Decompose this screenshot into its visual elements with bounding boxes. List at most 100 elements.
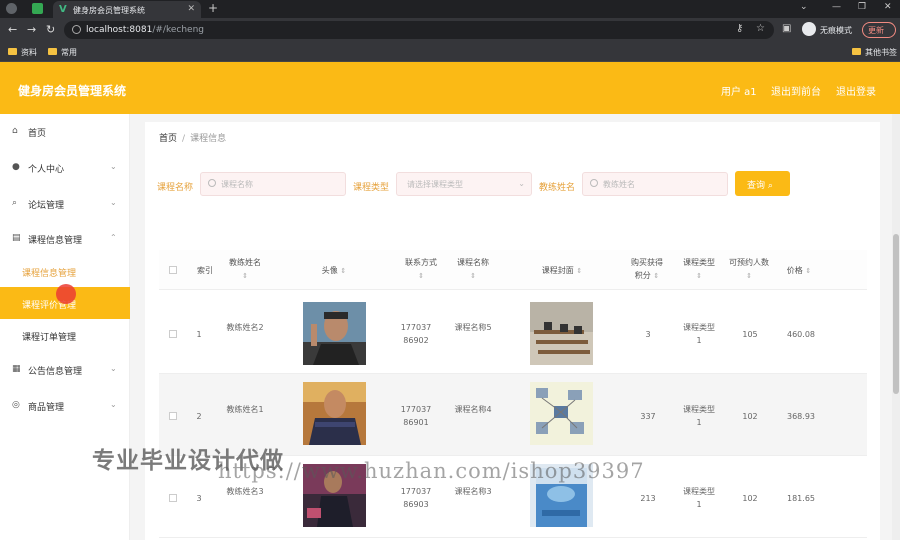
cell-points: 213 (640, 494, 656, 503)
cell-index: 3 (196, 494, 202, 503)
th-price[interactable]: 价格 ⇕ (777, 264, 821, 278)
cell-course-name: 课程名称5 (454, 323, 492, 332)
notice-icon: ▦ (12, 364, 21, 374)
th-capacity[interactable]: 可预约人数 ⇕ (729, 256, 769, 283)
bookmarks-bar: 资料 常用 其他书签 (0, 42, 900, 62)
scrollbar-thumb[interactable] (893, 234, 899, 394)
user-label: 用户 a1 (721, 87, 757, 98)
incognito-icon[interactable] (802, 22, 816, 36)
course-table: 索引 教练姓名 ⇕ 头像 ⇕ 联系方式 ⇕ 课程名称 ⇕ 课程封面 ⇕ 购买获得积分 … (159, 250, 867, 540)
page-scrollbar[interactable] (892, 114, 900, 540)
pinned-tab-icon[interactable] (32, 3, 43, 14)
th-course-name[interactable]: 课程名称 ⇕ (453, 256, 493, 283)
th-contact[interactable]: 联系方式 ⇕ (399, 256, 443, 283)
course-name-label: 课程名称 (157, 183, 194, 193)
course-name-input[interactable]: 课程名称 (200, 172, 346, 196)
url-host: localhost:8081 (86, 25, 153, 35)
th-cover[interactable]: 课程封面 ⇕ (529, 264, 595, 278)
chevron-up-icon: ⌃ (110, 233, 117, 242)
query-button[interactable]: 查询 ⌕ (735, 171, 790, 196)
chevron-down-icon: ⌄ (110, 198, 117, 207)
sidebar-subitem-course-info[interactable]: 课程信息管理 (0, 255, 130, 287)
course-type-placeholder: 请选择课程类型 (407, 180, 463, 189)
cell-course-type: 课程类型1 (683, 487, 715, 509)
sidebar-item-home[interactable]: ⌂ 首页 (0, 122, 130, 142)
list-icon: ▤ (12, 233, 21, 243)
sidebar-item-goods[interactable]: ◎ 商品管理 ⌄ (0, 396, 130, 416)
coach-name-label: 教练姓名 (539, 183, 576, 193)
url-path: /#/kecheng (152, 25, 204, 35)
row-checkbox[interactable] (169, 412, 177, 420)
sidebar-item-label: 课程信息管理 (28, 236, 83, 246)
bookmark-folder[interactable]: 资料 (8, 47, 37, 58)
cell-price: 460.08 (787, 330, 815, 339)
back-to-front-link[interactable]: 退出到前台 (771, 83, 821, 98)
th-coach-name[interactable]: 教练姓名 ⇕ (225, 256, 265, 283)
sidebar-item-label: 首页 (28, 129, 47, 139)
row-checkbox[interactable] (169, 494, 177, 502)
breadcrumb-current: 课程信息 (190, 134, 227, 144)
site-info-icon[interactable] (72, 25, 81, 34)
cell-course-type: 课程类型1 (683, 405, 715, 427)
browser-tab-bar: V 健身房会员管理系统 ✕ + ⌄ — ❐ ✕ (0, 0, 900, 18)
course-cover-image (530, 382, 593, 445)
chevron-down-icon: ⌄ (110, 400, 117, 409)
sidebar-subitem-course-order[interactable]: 课程订单管理 (0, 319, 130, 351)
logout-link[interactable]: 退出登录 (836, 83, 876, 98)
table-row[interactable]: 1 教练姓名2 17703786902 课程名称5 3 课程类型1 105 46… (159, 292, 867, 374)
minimize-icon[interactable]: — (832, 2, 841, 12)
chevron-down-icon: ⌄ (518, 179, 525, 188)
app-title: 健身房会员管理系统 (18, 84, 127, 98)
th-points[interactable]: 购买获得积分 ⇕ (629, 256, 665, 283)
incognito-label: 无痕模式 (820, 26, 852, 35)
breadcrumb-home[interactable]: 首页 (159, 134, 177, 144)
forward-icon[interactable]: → (27, 23, 36, 36)
sidebar-subitem-label: 课程订单管理 (22, 333, 77, 343)
cell-index: 2 (196, 412, 202, 421)
th-course-type[interactable]: 课程类型 ⇕ (679, 256, 719, 283)
active-browser-tab[interactable]: V 健身房会员管理系统 ✕ (53, 1, 201, 18)
bookmark-folder[interactable]: 常用 (48, 47, 77, 58)
vue-logo-icon: V (59, 4, 67, 15)
query-label: 查询 (747, 181, 766, 191)
cell-course-name: 课程名称4 (454, 405, 492, 414)
new-tab-icon[interactable]: + (208, 1, 218, 15)
tab-close-icon[interactable]: ✕ (187, 4, 195, 14)
close-window-icon[interactable]: ✕ (884, 2, 892, 12)
sidepanel-icon[interactable]: ▣ (782, 23, 791, 34)
course-name-placeholder: 课程名称 (221, 180, 253, 189)
th-avatar[interactable]: 头像 ⇕ (309, 264, 359, 278)
sidebar-item-forum[interactable]: ⌕ 论坛管理 ⌄ (0, 194, 130, 214)
address-bar[interactable]: localhost:8081/#/kecheng (64, 21, 774, 39)
search-icon (208, 179, 216, 187)
browser-profile-icon[interactable] (6, 3, 17, 14)
cell-course-type: 课程类型1 (683, 323, 715, 345)
table-header: 索引 教练姓名 ⇕ 头像 ⇕ 联系方式 ⇕ 课程名称 ⇕ 课程封面 ⇕ 购买获得积分 … (159, 250, 867, 290)
sidebar-item-label: 论坛管理 (28, 201, 65, 211)
chevron-down-icon: ⌄ (110, 162, 117, 171)
tab-search-icon[interactable]: ⌄ (800, 2, 808, 12)
sidebar-item-label: 商品管理 (28, 403, 65, 413)
update-button[interactable]: 更新 (862, 22, 896, 38)
forum-icon: ⌕ (12, 198, 18, 208)
cell-coach-name: 教练姓名3 (226, 487, 264, 496)
course-type-select[interactable]: 请选择课程类型 ⌄ (396, 172, 532, 196)
row-checkbox[interactable] (169, 330, 177, 338)
other-bookmarks[interactable]: 其他书签 (852, 47, 897, 58)
reload-icon[interactable]: ↻ (46, 23, 55, 36)
globe-icon: ◎ (12, 400, 20, 410)
watermark-url: https://www.huzhan.com/ishop39397 (218, 459, 645, 483)
search-icon: ⌕ (767, 181, 773, 191)
th-index: 索引 (197, 266, 213, 275)
sidebar-item-course[interactable]: ▤ 课程信息管理 ⌃ (0, 229, 130, 249)
coach-name-input[interactable]: 教练姓名 (582, 172, 728, 196)
cell-contact: 17703786901 (400, 405, 432, 427)
key-icon[interactable]: ⚷ (736, 23, 743, 34)
select-all-checkbox[interactable] (169, 266, 177, 274)
star-icon[interactable]: ☆ (756, 23, 765, 34)
sidebar-item-notice[interactable]: ▦ 公告信息管理 ⌄ (0, 360, 130, 380)
sidebar-item-personal[interactable]: ● 个人中心 ⌄ (0, 158, 130, 178)
search-icon (590, 179, 598, 187)
back-icon[interactable]: ← (8, 23, 17, 36)
restore-icon[interactable]: ❐ (858, 2, 866, 12)
